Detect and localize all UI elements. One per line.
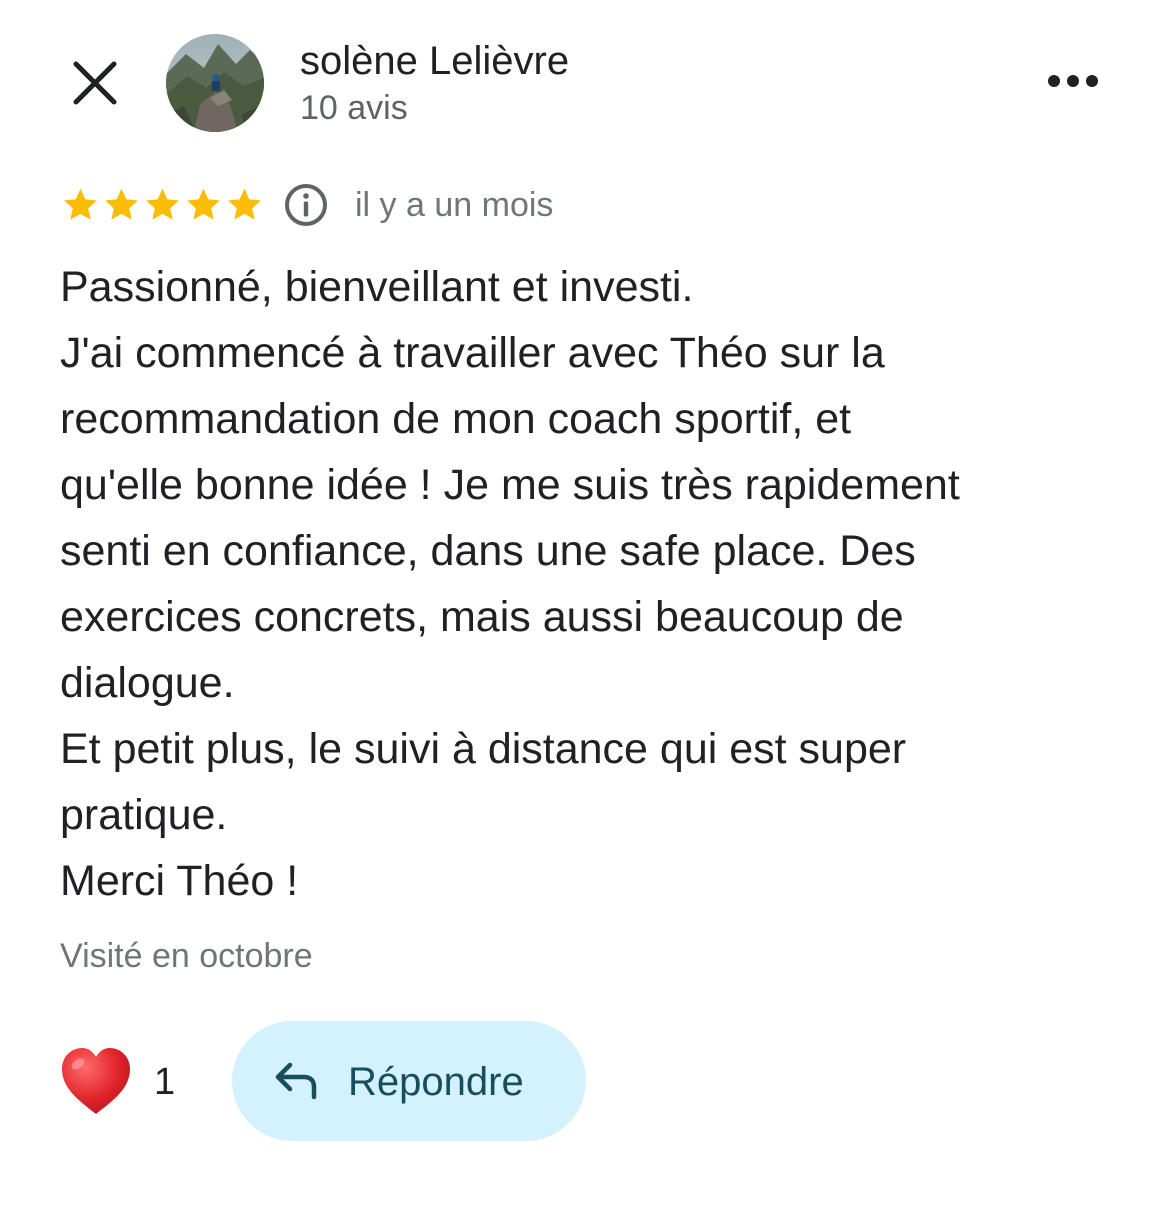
reply-label: Répondre (348, 1060, 524, 1104)
review-line: recommandation de mon coach sportif, et (60, 395, 852, 443)
info-icon[interactable] (283, 182, 329, 228)
more-horizontal-icon (1048, 75, 1098, 87)
star-rating (60, 185, 265, 225)
review-time: il y a un mois (355, 185, 554, 224)
star-icon (228, 188, 261, 220)
star-icon (146, 188, 179, 220)
rating-row: il y a un mois (60, 180, 553, 230)
review-line: dialogue. (60, 659, 235, 707)
heart-icon (62, 1048, 130, 1114)
visit-date: Visité en octobre (60, 937, 313, 975)
review-line: Et petit plus, le suivi à distance qui e… (60, 725, 907, 773)
avatar-photo (166, 34, 264, 132)
review-line: exercices concrets, mais aussi beaucoup … (60, 593, 904, 641)
more-options-button[interactable] (1040, 56, 1106, 106)
review-line: senti en confiance, dans une safe place.… (60, 527, 916, 575)
star-icon (64, 188, 97, 220)
avatar[interactable] (166, 34, 264, 132)
review-line: pratique. (60, 791, 228, 839)
star-icon (105, 188, 138, 220)
reply-button[interactable]: Répondre (232, 1021, 586, 1141)
star-icon (187, 188, 220, 220)
like-count: 1 (154, 1061, 176, 1103)
review-line: Passionné, bienveillant et investi. (60, 263, 694, 311)
review-line: qu'elle bonne idée ! Je me suis très rap… (60, 461, 960, 509)
like-button[interactable] (58, 1044, 134, 1120)
close-icon (73, 61, 117, 105)
author-review-count: 10 avis (300, 89, 408, 127)
author-name[interactable]: solène Lelièvre (300, 38, 569, 84)
review-line: Merci Théo ! (60, 857, 299, 905)
review-text: Passionné, bienveillant et investi. J'ai… (60, 254, 1130, 914)
review-line: J'ai commencé à travailler avec Théo sur… (60, 329, 885, 377)
close-button[interactable] (62, 50, 128, 116)
reply-arrow-icon (275, 1062, 317, 1100)
